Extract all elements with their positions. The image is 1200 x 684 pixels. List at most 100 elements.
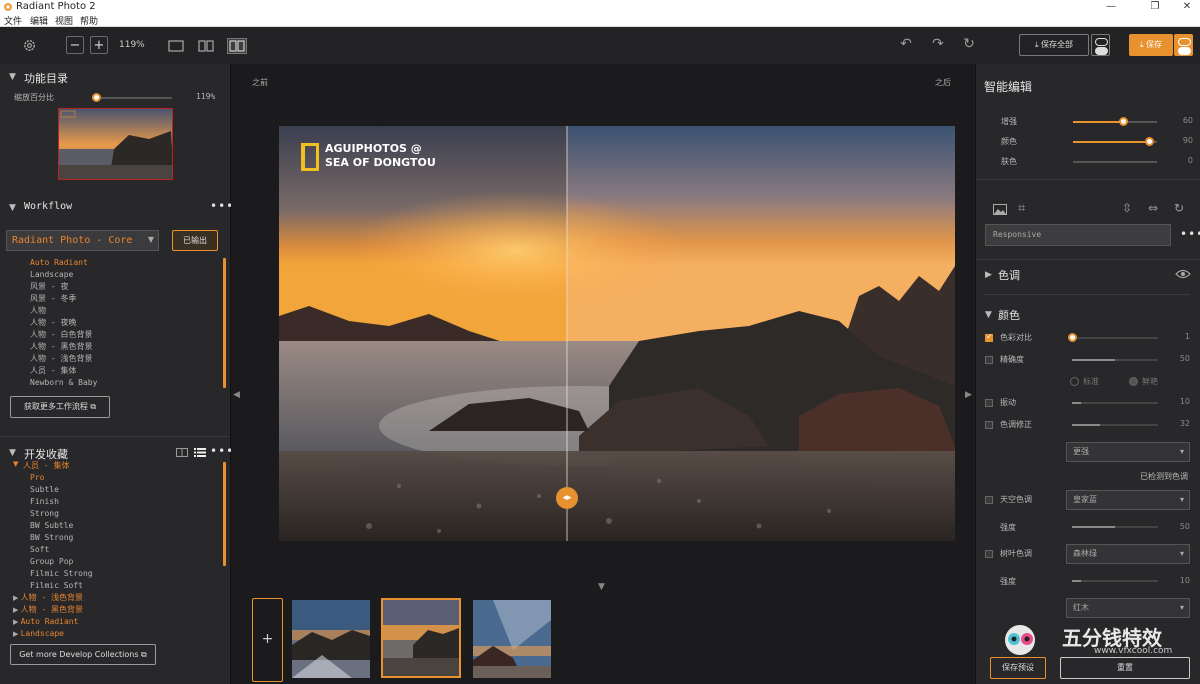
zoom-slider-track[interactable] <box>92 97 172 99</box>
foliage-strength-track[interactable] <box>1072 580 1158 582</box>
reset-icon[interactable]: ↻ <box>961 36 977 52</box>
flip-vertical-icon[interactable]: ⇳ <box>1122 201 1132 215</box>
smart-slider-track[interactable] <box>1073 121 1157 123</box>
color-row-track[interactable] <box>1072 337 1158 339</box>
color-row-track[interactable] <box>1072 424 1158 426</box>
smart-slider-track[interactable] <box>1073 161 1157 163</box>
collections-scrollbar[interactable] <box>223 462 226 566</box>
workflow-item[interactable]: Newborn & Baby <box>30 377 215 389</box>
color-row-track[interactable] <box>1072 402 1158 404</box>
radio-fresh[interactable] <box>1129 377 1138 386</box>
workflow-item[interactable]: 人物 - 夜晚 <box>30 317 215 329</box>
prev-arrow-icon[interactable]: ◀ <box>233 390 240 400</box>
color-row-checkbox[interactable] <box>985 356 993 364</box>
collection-item[interactable]: Pro <box>30 472 215 484</box>
save-options-toggle[interactable] <box>1174 34 1193 56</box>
preset-field[interactable]: Responsive <box>985 224 1171 246</box>
smart-slider-knob[interactable] <box>1144 137 1154 146</box>
workflow-item[interactable]: 人物 <box>30 305 215 317</box>
radio-standard[interactable] <box>1070 377 1079 386</box>
workflow-item[interactable]: 人员 - 集体 <box>30 365 215 377</box>
foliage-tone-checkbox[interactable] <box>985 550 993 558</box>
collection-item[interactable]: Group Pop <box>30 556 215 568</box>
collection-item[interactable]: Subtle <box>30 484 215 496</box>
filmstrip-thumb-selected[interactable] <box>381 598 461 678</box>
collection-group[interactable]: ▶ 人物 - 黑色背景 <box>13 604 213 616</box>
sky-tone-checkbox[interactable] <box>985 496 993 504</box>
save-all-options-toggle[interactable] <box>1091 34 1110 56</box>
eye-icon[interactable] <box>1175 269 1191 279</box>
workflow-item[interactable]: 人物 - 黑色背景 <box>30 341 215 353</box>
collection-item[interactable]: BW Strong <box>30 532 215 544</box>
workflow-item[interactable]: 风景 - 夜 <box>30 281 215 293</box>
workflow-select[interactable]: Radiant Photo - Core ▼ <box>6 230 159 251</box>
get-more-collections-button[interactable]: Get more Develop Collections ⧉ <box>10 644 156 665</box>
workflow-item[interactable]: 风景 - 冬季 <box>30 293 215 305</box>
preset-more-icon[interactable]: ••• <box>1180 227 1200 241</box>
close-button[interactable]: ✕ <box>1170 0 1200 14</box>
menu-view[interactable]: 视图 <box>55 14 73 27</box>
menu-edit[interactable]: 编辑 <box>30 14 48 27</box>
filmstrip-thumb[interactable] <box>473 600 551 678</box>
collection-group-title[interactable]: 人员 - 集体 <box>23 460 69 471</box>
color-row-checkbox[interactable] <box>985 421 993 429</box>
color-row-checkbox[interactable]: ✓ <box>985 332 993 342</box>
collection-group[interactable]: ▶ Landscape <box>13 628 213 640</box>
redo-icon[interactable]: ↷ <box>930 36 946 52</box>
list-view-icon[interactable] <box>194 448 206 457</box>
image-icon[interactable] <box>993 204 1007 215</box>
collections-collapse-icon[interactable]: ▼ <box>9 448 16 458</box>
get-more-workflows-button[interactable]: 获取更多工作流程 ⧉ <box>10 396 110 418</box>
next-arrow-icon[interactable]: ▶ <box>965 390 972 400</box>
zoom-out-button[interactable]: − <box>66 36 84 54</box>
foliage-tone-dropdown[interactable]: 森林绿 ▾ <box>1066 544 1190 564</box>
collection-group[interactable]: ▶ 人物 - 浅色背景 <box>13 592 213 604</box>
collection-item[interactable]: Strong <box>30 508 215 520</box>
filmstrip-toggle-icon[interactable]: ▼ <box>598 582 605 592</box>
filmstrip-thumb[interactable] <box>292 600 370 678</box>
color-row-track[interactable] <box>1072 359 1158 361</box>
color-row-knob[interactable] <box>1068 333 1077 342</box>
reset-button[interactable]: 重置 <box>1060 657 1190 679</box>
sky-tone-dropdown[interactable]: 皇家蓝 ▾ <box>1066 490 1190 510</box>
navigator-preview[interactable] <box>58 108 173 180</box>
split-view-icon[interactable] <box>227 38 247 54</box>
tone-expand-icon[interactable]: ▶ <box>985 270 992 280</box>
save-preset-button[interactable]: 保存预设 <box>990 657 1046 679</box>
workflow-collapse-icon[interactable]: ▼ <box>9 203 16 213</box>
split-handle[interactable]: ◂▸ <box>556 487 578 509</box>
minimize-button[interactable]: — <box>1094 0 1128 14</box>
side-by-side-view-icon[interactable] <box>198 40 214 52</box>
collection-item[interactable]: Filmic Soft <box>30 580 215 592</box>
collection-item[interactable]: Soft <box>30 544 215 556</box>
rotate-icon[interactable]: ↻ <box>1174 201 1184 215</box>
menu-help[interactable]: 帮助 <box>80 14 98 27</box>
workflow-item[interactable]: 人物 - 浅色背景 <box>30 353 215 365</box>
grid-view-icon[interactable] <box>176 448 188 457</box>
maximize-button[interactable]: ❐ <box>1138 0 1172 14</box>
save-all-button[interactable]: ⤓ 保存全部 <box>1019 34 1089 56</box>
color-row-checkbox[interactable] <box>985 399 993 407</box>
sky-strength-track[interactable] <box>1072 526 1158 528</box>
gear-icon[interactable] <box>22 38 37 53</box>
main-photo[interactable]: AGUIPHOTOS @ SEA OF DONGTOU ◂▸ <box>279 126 955 541</box>
zoom-slider-knob[interactable] <box>92 93 101 102</box>
single-view-icon[interactable] <box>168 40 184 52</box>
collapse-icon[interactable]: ▼ <box>9 72 16 82</box>
collection-group[interactable]: ▶ Auto Radiant <box>13 616 213 628</box>
wood-tone-dropdown[interactable]: 红木 ▾ <box>1066 598 1190 618</box>
save-button[interactable]: ⤓ 保存 <box>1129 34 1173 56</box>
collection-item[interactable]: Finish <box>30 496 215 508</box>
flip-horizontal-icon[interactable]: ⇔ <box>1148 201 1158 215</box>
workflow-scrollbar[interactable] <box>223 258 226 388</box>
workflow-item[interactable]: Auto Radiant <box>30 257 215 269</box>
workflow-item[interactable]: 人物 - 白色背景 <box>30 329 215 341</box>
zoom-in-button[interactable]: + <box>90 36 108 54</box>
smart-slider-knob[interactable] <box>1119 117 1129 126</box>
exported-button[interactable]: 已输出 <box>172 230 218 251</box>
collection-item[interactable]: BW Subtle <box>30 520 215 532</box>
menu-file[interactable]: 文件 <box>4 14 22 27</box>
undo-icon[interactable]: ↶ <box>898 36 914 52</box>
collection-item[interactable]: Filmic Strong <box>30 568 215 580</box>
crop-icon[interactable]: ⌗ <box>1018 201 1025 216</box>
